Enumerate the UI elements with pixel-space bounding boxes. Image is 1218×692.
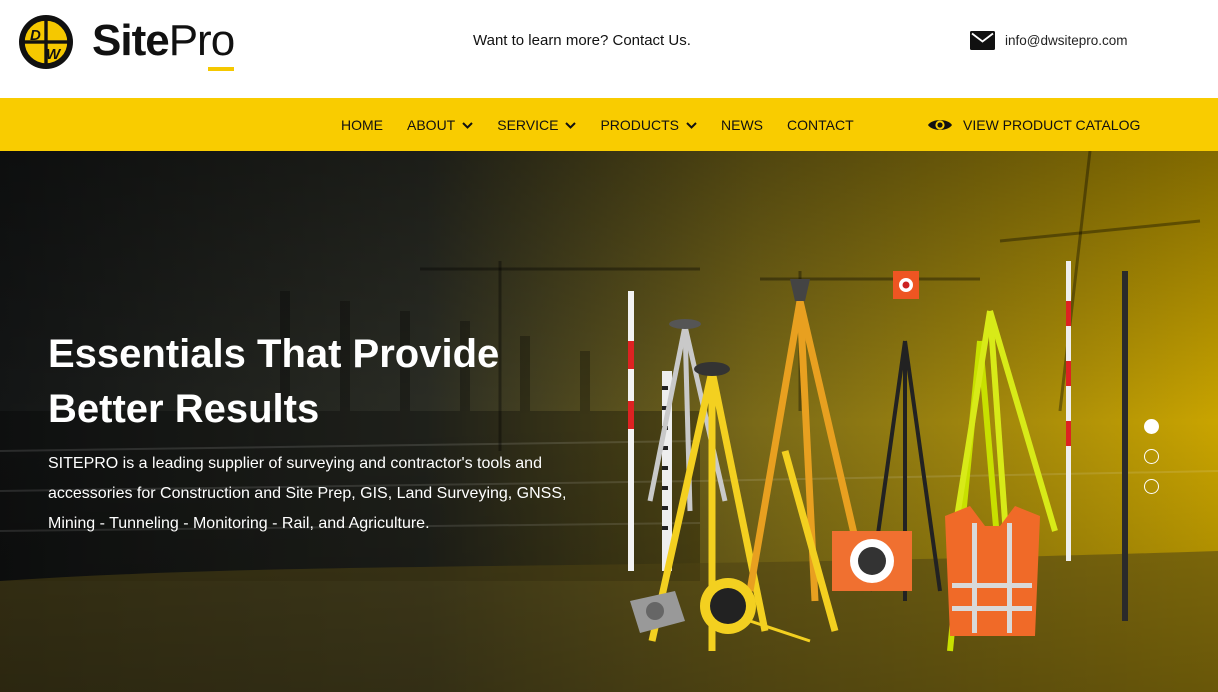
nav-item-label: CONTACT	[787, 116, 854, 133]
hero-heading: Essentials That Provide Better Results	[48, 327, 568, 437]
nav-item-label: ABOUT	[407, 116, 456, 133]
nav-item-service[interactable]: SERVICE	[497, 116, 577, 133]
nav-item-label: NEWS	[721, 116, 764, 133]
email-address[interactable]: info@dwsitepro.com	[1005, 33, 1128, 48]
top-header: D W SitePro Want to learn more? Contact …	[0, 0, 1218, 98]
chevron-down-icon	[686, 122, 697, 129]
chevron-down-icon	[565, 122, 577, 129]
chevron-down-icon	[462, 122, 473, 129]
slide-dot-3[interactable]	[1144, 479, 1159, 494]
email-contact[interactable]: info@dwsitepro.com	[970, 31, 1128, 50]
logo-wordmark: SitePro	[92, 16, 235, 65]
logo-word-site: Site	[92, 16, 170, 65]
hero-slider: Essentials That Provide Better Results S…	[0, 151, 1218, 692]
nav-item-news[interactable]: NEWS	[721, 117, 763, 133]
surveying-equipment-image	[628, 261, 1128, 652]
nav-item-label: SERVICE	[497, 116, 559, 133]
nav-item-label: HOME	[341, 116, 383, 133]
hero-heading-line1: Essentials That Provide	[48, 332, 500, 376]
nav-item-products[interactable]: PRODUCTS	[600, 117, 697, 133]
hero-heading-line2: Better Results	[48, 387, 320, 431]
nav-menu: HOME ABOUT SERVICE PRODUCTS NEWS CONTACT	[341, 98, 878, 151]
nav-item-home[interactable]: HOME	[341, 117, 383, 133]
slider-pagination	[1144, 419, 1159, 509]
hero-description: SITEPRO is a leading supplier of surveyi…	[48, 455, 567, 532]
nav-item-about[interactable]: ABOUT	[407, 117, 473, 133]
eye-icon	[928, 119, 952, 130]
view-catalog-link[interactable]: VIEW PRODUCT CATALOG	[927, 98, 1140, 151]
site-logo[interactable]: D W SitePro	[18, 14, 235, 70]
envelope-icon	[970, 31, 995, 50]
main-navigation: HOME ABOUT SERVICE PRODUCTS NEWS CONTACT…	[0, 98, 1218, 151]
logo-word-pro: Pro	[168, 16, 235, 65]
svg-text:W: W	[46, 46, 62, 63]
nav-item-label: PRODUCTS	[600, 116, 680, 133]
slide-dot-1[interactable]	[1144, 419, 1159, 434]
nav-item-contact[interactable]: CONTACT	[787, 117, 854, 133]
contact-tagline[interactable]: Want to learn more? Contact Us.	[473, 32, 691, 49]
dw-badge-logo: D W	[19, 15, 73, 69]
svg-text:D: D	[30, 27, 41, 44]
catalog-label: VIEW PRODUCT CATALOG	[963, 116, 1141, 133]
slide-dot-2[interactable]	[1144, 449, 1159, 464]
